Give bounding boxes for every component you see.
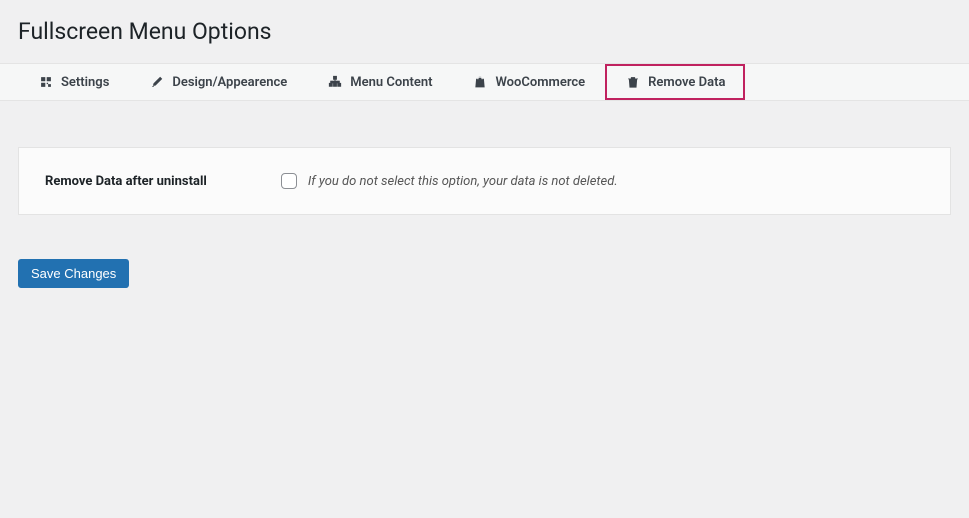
- tab-design[interactable]: Design/Appearence: [129, 64, 307, 100]
- remove-data-hint: If you do not select this option, your d…: [308, 174, 618, 189]
- sitemap-icon: [327, 74, 343, 90]
- remove-data-section: Remove Data after uninstall If you do no…: [18, 147, 951, 215]
- tab-label: Design/Appearence: [172, 75, 287, 90]
- tab-label: Remove Data: [648, 75, 725, 90]
- remove-data-label: Remove Data after uninstall: [45, 174, 207, 189]
- tab-settings[interactable]: Settings: [18, 64, 129, 100]
- tab-remove-data[interactable]: Remove Data: [605, 64, 745, 100]
- tab-bar: Settings Design/Appearence Menu Content …: [0, 63, 969, 101]
- tab-label: Menu Content: [350, 75, 432, 90]
- brush-icon: [149, 74, 165, 90]
- remove-data-checkbox[interactable]: [281, 173, 297, 189]
- tab-label: WooCommerce: [495, 75, 585, 90]
- page-title: Fullscreen Menu Options: [18, 18, 951, 45]
- trash-icon: [625, 74, 641, 90]
- bag-icon: [472, 74, 488, 90]
- tab-menu-content[interactable]: Menu Content: [307, 64, 452, 100]
- tab-woocommerce[interactable]: WooCommerce: [452, 64, 605, 100]
- save-button[interactable]: Save Changes: [18, 259, 129, 288]
- tab-label: Settings: [61, 75, 109, 90]
- settings-icon: [38, 74, 54, 90]
